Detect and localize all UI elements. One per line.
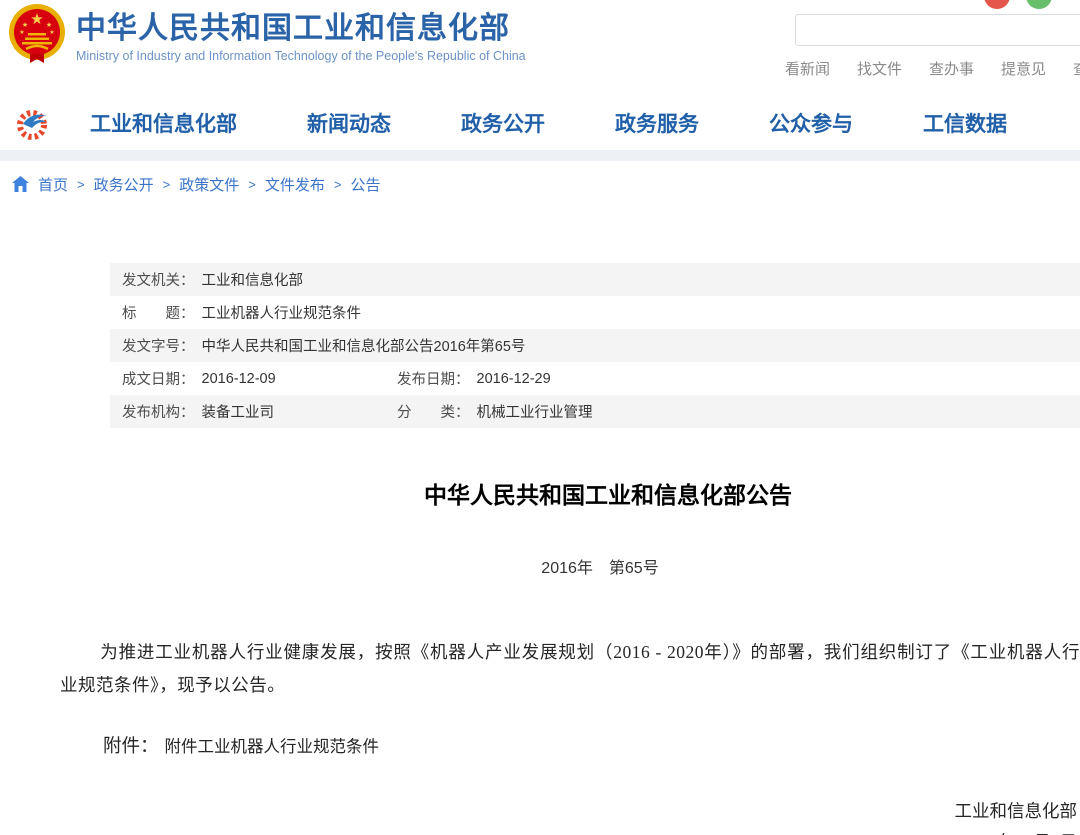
miit-gear-logo-icon[interactable] (15, 103, 55, 143)
breadcrumb-file-release[interactable]: 文件发布 (265, 174, 325, 195)
main-nav: 工业和信息化部 新闻动态 政务公开 政务服务 公众参与 工信数据 (0, 95, 1080, 150)
meta-label: 发文字号： (122, 335, 195, 356)
nav-item-news[interactable]: 新闻动态 (307, 108, 391, 138)
breadcrumb-separator: > (163, 177, 171, 192)
document-title: 中华人民共和国工业和信息化部公告 (68, 476, 1080, 510)
quick-link-services[interactable]: 查办事 (929, 58, 974, 79)
search-input[interactable] (795, 14, 1080, 46)
meta-value: 2016-12-09 (202, 371, 276, 387)
meta-label: 发文机关： (122, 269, 195, 290)
attachment-link[interactable]: 附件工业机器人行业规范条件 (165, 737, 380, 756)
meta-label: 发布日期： (397, 368, 470, 389)
breadcrumb-gov-disclosure[interactable]: 政务公开 (94, 174, 154, 195)
attachment-label: 附件： (103, 737, 159, 757)
site-brand[interactable]: 中华人民共和国工业和信息化部 Ministry of Industry and … (76, 12, 526, 63)
breadcrumb: 首页 > 政务公开 > 政策文件 > 文件发布 > 公告 (0, 161, 1080, 207)
document-number: 2016年 第65号 (60, 554, 1080, 578)
home-icon[interactable] (12, 176, 29, 192)
meta-row-dates: 成文日期： 2016-12-09 发布日期： 2016-12-29 (110, 362, 1080, 395)
svg-text:★: ★ (49, 29, 54, 36)
breadcrumb-announcement[interactable]: 公告 (350, 174, 380, 195)
meta-value: 工业机器人行业规范条件 (202, 302, 362, 323)
svg-text:★: ★ (22, 21, 28, 29)
red-dot-icon (984, 0, 1010, 9)
nav-item-industry-data[interactable]: 工信数据 (923, 108, 1007, 138)
svg-text:★: ★ (19, 29, 24, 36)
document-paragraph: 为推进工业机器人行业健康发展，按照《机器人产业发展规划（2016 - 2020年… (60, 636, 1080, 702)
green-dot-icon (1026, 0, 1052, 9)
quick-link-documents[interactable]: 找文件 (857, 58, 902, 79)
quick-link-data[interactable]: 查数据 (1073, 58, 1080, 79)
site-title: 中华人民共和国工业和信息化部 (76, 12, 526, 46)
meta-row-doc-number: 发文字号： 中华人民共和国工业和信息化部公告2016年第65号 (110, 329, 1080, 362)
nav-item-gov-services[interactable]: 政务服务 (615, 108, 699, 138)
meta-value: 机械工业行业管理 (477, 401, 593, 422)
nav-items: 工业和信息化部 新闻动态 政务公开 政务服务 公众参与 工信数据 (90, 108, 1007, 138)
svg-text:★: ★ (46, 21, 52, 29)
breadcrumb-separator: > (248, 177, 256, 192)
breadcrumb-home[interactable]: 首页 (38, 174, 68, 195)
nav-item-miit[interactable]: 工业和信息化部 (90, 108, 237, 138)
meta-label: 标 题： (122, 302, 195, 323)
meta-label: 发布机构： (122, 401, 195, 422)
site-subtitle: Ministry of Industry and Information Tec… (76, 49, 526, 63)
document-meta-table: 发文机关： 工业和信息化部 标 题： 工业机器人行业规范条件 发文字号： 中华人… (110, 263, 1080, 428)
meta-value: 工业和信息化部 (202, 269, 304, 290)
nav-item-gov-disclosure[interactable]: 政务公开 (461, 108, 545, 138)
breadcrumb-separator: > (77, 177, 85, 192)
breadcrumb-policy-files[interactable]: 政策文件 (179, 174, 239, 195)
nav-item-public-participation[interactable]: 公众参与 (769, 108, 853, 138)
meta-row-publisher-category: 发布机构： 装备工业司 分 类： 机械工业行业管理 (110, 395, 1080, 428)
document-body: 为推进工业机器人行业健康发展，按照《机器人产业发展规划（2016 - 2020年… (0, 636, 1080, 835)
site-header: ★ ★ ★ ★ ★ 中华人民共和国工业和信息化部 Ministry of Ind… (0, 0, 1080, 95)
svg-text:★: ★ (30, 11, 43, 28)
attachment-row: 附件： 附件工业机器人行业规范条件 (103, 732, 1080, 758)
divider-band (0, 150, 1080, 161)
signature-block: 工业和信息化部 2016年12月9日 (0, 796, 1080, 835)
meta-label: 成文日期： (122, 368, 195, 389)
signature-org: 工业和信息化部 (0, 796, 1077, 827)
quick-link-news[interactable]: 看新闻 (785, 58, 830, 79)
breadcrumb-separator: > (334, 177, 342, 192)
quick-links: 看新闻 找文件 查办事 提意见 查数据 (785, 58, 1080, 79)
meta-value: 2016-12-29 (477, 371, 551, 387)
national-emblem-logo[interactable]: ★ ★ ★ ★ ★ (8, 2, 66, 64)
meta-value: 中华人民共和国工业和信息化部公告2016年第65号 (202, 335, 526, 356)
meta-row-issuing-authority: 发文机关： 工业和信息化部 (110, 263, 1080, 296)
meta-value: 装备工业司 (202, 401, 275, 422)
meta-label: 分 类： (397, 401, 470, 422)
meta-row-title: 标 题： 工业机器人行业规范条件 (110, 296, 1080, 329)
quick-link-feedback[interactable]: 提意见 (1001, 58, 1046, 79)
signature-date: 2016年12月9日 (0, 827, 1077, 835)
